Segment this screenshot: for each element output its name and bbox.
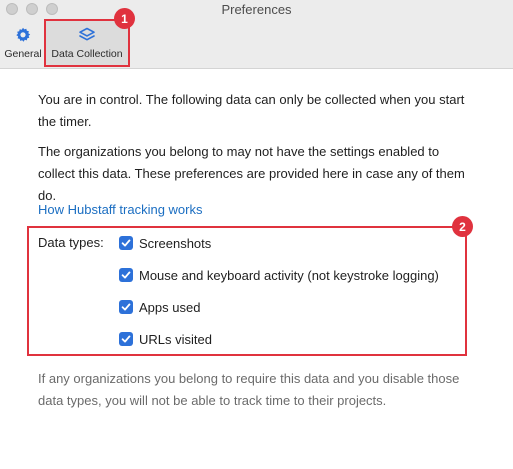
checkbox-label: URLs visited	[139, 331, 212, 347]
checkmark-icon	[121, 303, 131, 311]
data-types-label: Data types:	[38, 235, 104, 250]
window-title: Preferences	[221, 2, 292, 17]
checkbox-checked[interactable]	[119, 236, 133, 250]
checkbox-label: Apps used	[139, 299, 201, 315]
organizations-note: The organizations you belong to may not …	[38, 144, 465, 203]
checkbox-mouse-keyboard-activity[interactable]: Mouse and keyboard activity (not keystro…	[119, 264, 439, 286]
checkmark-icon	[121, 271, 131, 279]
annotation-badge-2: 2	[452, 216, 473, 237]
checkbox-screenshots[interactable]: Screenshots	[119, 232, 211, 254]
checkbox-checked[interactable]	[119, 268, 133, 282]
checkbox-checked[interactable]	[119, 300, 133, 314]
gear-icon	[16, 27, 31, 42]
hubstaff-tracking-link[interactable]: How Hubstaff tracking works	[38, 199, 203, 221]
checkbox-apps-used[interactable]: Apps used	[119, 296, 200, 318]
checkbox-label: Mouse and keyboard activity (not keystro…	[139, 267, 439, 283]
annotation-badge-1: 1	[114, 8, 135, 29]
checkbox-checked[interactable]	[119, 332, 133, 346]
footer-note: If any organizations you belong to requi…	[38, 371, 460, 408]
checkbox-urls-visited[interactable]: URLs visited	[119, 328, 212, 350]
checkmark-icon	[121, 239, 131, 247]
intro-text: You are in control. The following data c…	[38, 92, 465, 129]
checkmark-icon	[121, 335, 131, 343]
checkbox-label: Screenshots	[139, 235, 212, 251]
toolbar-general[interactable]: General	[2, 20, 44, 65]
toolbar-general-label: General	[4, 48, 42, 60]
